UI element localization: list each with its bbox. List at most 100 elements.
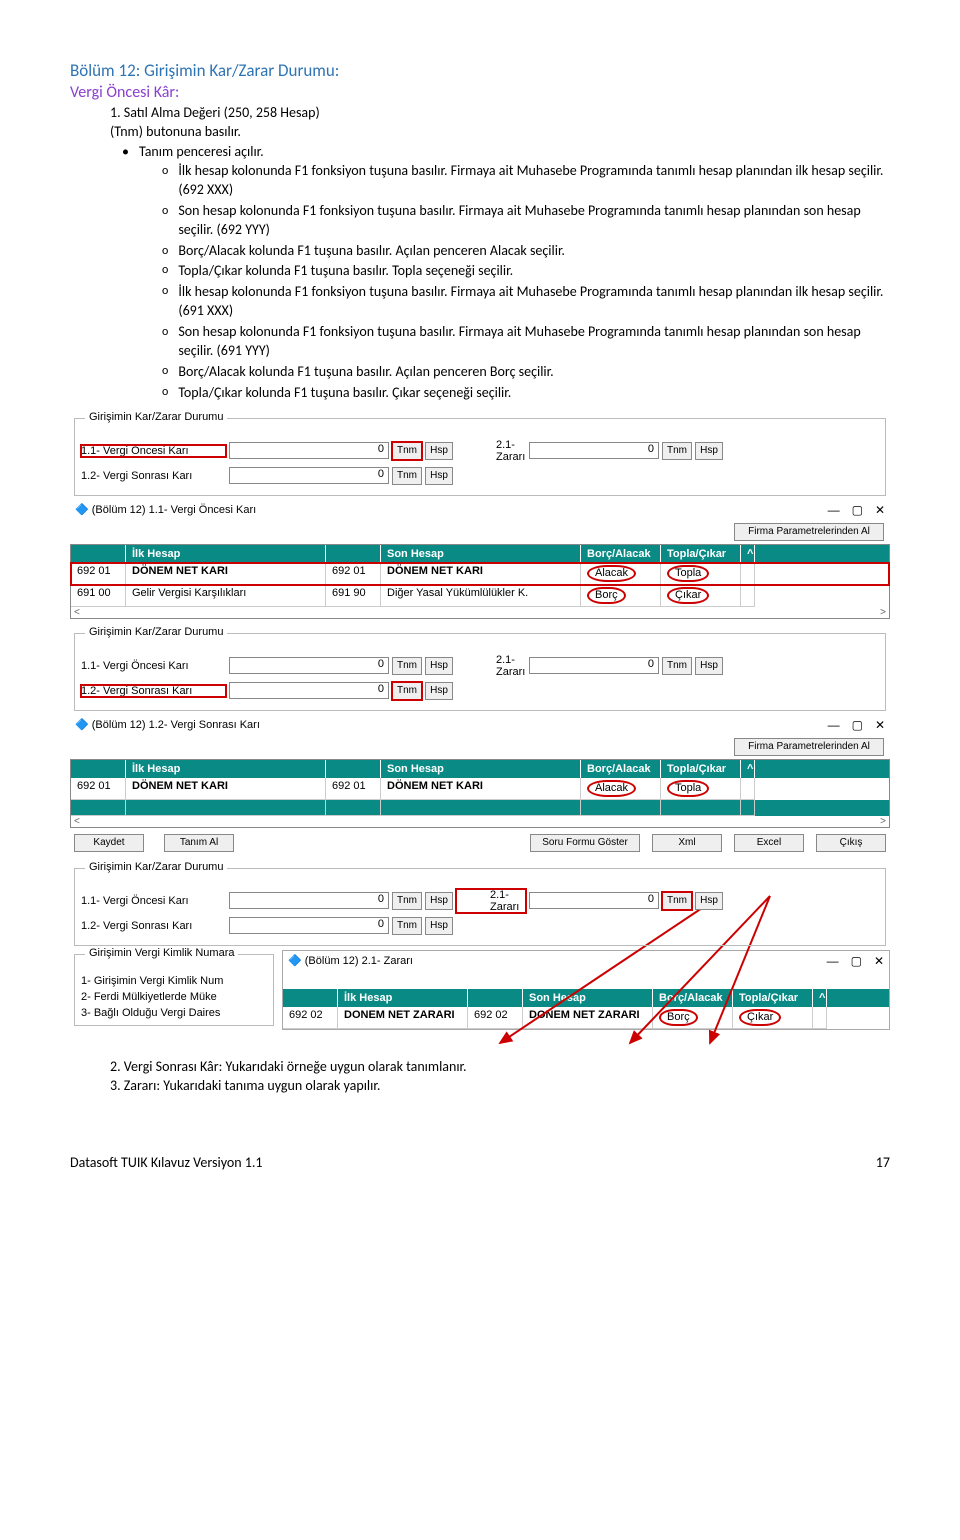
cikis-button[interactable]: Çıkış	[816, 834, 886, 852]
firma-param-button[interactable]: Firma Parametrelerinden Al	[734, 523, 884, 541]
label-zarari: 2.1- Zararı	[456, 889, 526, 913]
maximize-icon[interactable]: ▢	[851, 954, 862, 968]
screenshot-1: Girişimin Kar/Zarar Durumu 1.1- Vergi Ön…	[70, 418, 890, 619]
group-legend: Girişimin Kar/Zarar Durumu	[85, 861, 227, 873]
label-zarari: 2.1- Zararı	[456, 654, 526, 678]
alacak-cell: Alacak	[587, 780, 636, 797]
input-vergi-sonrasi[interactable]: 0	[229, 467, 389, 484]
g2-line1: 1- Girişimin Vergi Kimlik Num	[81, 973, 267, 989]
window-title: 🔷 (Bölüm 12) 2.1- Zararı	[288, 954, 413, 967]
label-vergi-sonrasi: 1.2- Vergi Sonrası Karı	[81, 470, 226, 482]
soru-formu-button[interactable]: Soru Formu Göster	[530, 834, 640, 852]
tnm-button[interactable]: Tnm	[392, 657, 422, 675]
minimize-icon[interactable]: —	[827, 954, 839, 968]
window-title: 🔷 (Bölüm 12) 1.1- Vergi Öncesi Karı	[75, 503, 256, 516]
grid-row-active[interactable]	[71, 800, 889, 816]
label-vergi-sonrasi: 1.2- Vergi Sonrası Karı	[81, 685, 226, 697]
hsp-button-2[interactable]: Hsp	[695, 442, 723, 460]
tnm-button-3[interactable]: Tnm	[392, 467, 422, 485]
grid-header: İlk Hesap Son Hesap Borç/AlacakTopla/Çık…	[283, 989, 889, 1007]
step-8: Topla/Çıkar kolunda F1 tuşuna basılır. Ç…	[178, 384, 511, 403]
footer-item-3: 3. Zararı: Yukarıdaki tanıma uygun olara…	[110, 1077, 890, 1094]
xml-button[interactable]: Xml	[652, 834, 722, 852]
step-6: Son hesap kolonunda F1 fonksiyon tuşuna …	[178, 323, 890, 361]
step-1: İlk hesap kolonunda F1 fonksiyon tuşuna …	[178, 162, 890, 200]
step-5: İlk hesap kolonunda F1 fonksiyon tuşuna …	[178, 283, 890, 321]
hsp-button[interactable]: Hsp	[425, 892, 453, 910]
grid-row-1[interactable]: 692 02DONEM NET ZARARI 692 02DONEM NET Z…	[283, 1007, 889, 1029]
topla-cell: Topla	[667, 565, 709, 582]
input-zarari[interactable]: 0	[529, 657, 659, 674]
label-zarari: 2.1- Zararı	[456, 439, 526, 463]
grid-row-1[interactable]: 692 01DÖNEM NET KARI 692 01DÖNEM NET KAR…	[71, 778, 889, 800]
topla-cell: Topla	[667, 780, 709, 797]
window-controls[interactable]: — ▢ ✕	[828, 718, 885, 732]
g2-line2: 2- Ferdi Mülkiyetlerde Müke	[81, 989, 267, 1005]
close-icon[interactable]: ✕	[875, 718, 885, 732]
label-vergi-oncesi: 1.1- Vergi Öncesi Karı	[81, 895, 226, 907]
text-tnm: (Tnm) butonuna basılır.	[110, 123, 890, 140]
label-vergi-sonrasi: 1.2- Vergi Sonrası Karı	[81, 920, 226, 932]
hsp-button[interactable]: Hsp	[425, 442, 453, 460]
tnm-button-3[interactable]: Tnm	[392, 682, 422, 700]
grid-row-1[interactable]: 692 01DÖNEM NET KARI 692 01DÖNEM NET KAR…	[71, 563, 889, 585]
excel-button[interactable]: Excel	[734, 834, 804, 852]
step-4: Topla/Çıkar kolunda F1 tuşuna basılır. T…	[178, 262, 513, 281]
g2-line3: 3- Bağlı Olduğu Vergi Daires	[81, 1005, 267, 1021]
window-controls[interactable]: — ▢ ✕	[827, 954, 884, 968]
hsp-button-3[interactable]: Hsp	[425, 682, 453, 700]
input-vergi-oncesi[interactable]: 0	[229, 892, 389, 909]
tnm-button-2[interactable]: Tnm	[662, 892, 692, 910]
close-icon[interactable]: ✕	[875, 503, 885, 517]
window-title: 🔷 (Bölüm 12) 1.2- Vergi Sonrası Karı	[75, 718, 260, 731]
input-vergi-sonrasi[interactable]: 0	[229, 682, 389, 699]
kaydet-button[interactable]: Kaydet	[74, 834, 144, 852]
grid-row-2[interactable]: 691 00Gelir Vergisi Karşılıkları 691 90D…	[71, 585, 889, 607]
maximize-icon[interactable]: ▢	[852, 503, 863, 517]
input-vergi-oncesi[interactable]: 0	[229, 442, 389, 459]
firma-param-button[interactable]: Firma Parametrelerinden Al	[734, 738, 884, 756]
doc-title-footer: Datasoft TUIK Kılavuz Versiyon 1.1	[70, 1154, 263, 1171]
tnm-button[interactable]: Tnm	[392, 442, 422, 460]
step-2: Son hesap kolonunda F1 fonksiyon tuşuna …	[178, 202, 890, 240]
minimize-icon[interactable]: —	[828, 718, 840, 732]
group-legend: Girişimin Kar/Zarar Durumu	[85, 626, 227, 638]
close-icon[interactable]: ✕	[874, 954, 884, 968]
tanim-al-button[interactable]: Tanım Al	[164, 834, 234, 852]
footer-item-2: 2. Vergi Sonrası Kâr: Yukarıdaki örneğe …	[110, 1058, 890, 1075]
hsp-button-3[interactable]: Hsp	[425, 467, 453, 485]
step-3: Borç/Alacak kolunda F1 tuşuna basılır. A…	[178, 242, 565, 261]
tnm-button-2[interactable]: Tnm	[662, 442, 692, 460]
minimize-icon[interactable]: —	[828, 503, 840, 517]
hsp-button-2[interactable]: Hsp	[695, 892, 723, 910]
bullet-tanim: Tanım penceresi açılır.	[139, 143, 264, 160]
group2-legend: Girişimin Vergi Kimlik Numara	[85, 947, 238, 959]
tnm-button-3[interactable]: Tnm	[392, 917, 422, 935]
borc-cell: Borç	[587, 587, 626, 604]
maximize-icon[interactable]: ▢	[852, 718, 863, 732]
section-heading: Bölüm 12: Girişimin Kar/Zarar Durumu:	[70, 60, 890, 81]
tnm-button-2[interactable]: Tnm	[662, 657, 692, 675]
grid-header: İlk Hesap Son Hesap Borç/AlacakTopla/Çık…	[71, 760, 889, 778]
label-vergi-oncesi: 1.1- Vergi Öncesi Karı	[81, 445, 226, 457]
subsection-heading: Vergi Öncesi Kâr:	[70, 83, 890, 102]
cikar-cell: Çıkar	[739, 1009, 781, 1026]
screenshot-2: Girişimin Kar/Zarar Durumu 1.1- Vergi Ön…	[70, 633, 890, 854]
screenshot-3: Girişimin Kar/Zarar Durumu 1.1- Vergi Ön…	[70, 868, 890, 1030]
page-number: 17	[876, 1154, 890, 1171]
list-item-1: 1. Satıl Alma Değeri (250, 258 Hesap)	[110, 104, 890, 121]
hsp-button-2[interactable]: Hsp	[695, 657, 723, 675]
tnm-button[interactable]: Tnm	[392, 892, 422, 910]
input-zarari[interactable]: 0	[529, 442, 659, 459]
hsp-button[interactable]: Hsp	[425, 657, 453, 675]
input-vergi-sonrasi[interactable]: 0	[229, 917, 389, 934]
input-zarari[interactable]: 0	[529, 892, 659, 909]
hsp-button-3[interactable]: Hsp	[425, 917, 453, 935]
window-controls[interactable]: — ▢ ✕	[828, 503, 885, 517]
label-vergi-oncesi: 1.1- Vergi Öncesi Karı	[81, 660, 226, 672]
grid-header: İlk Hesap Son Hesap Borç/AlacakTopla/Çık…	[71, 545, 889, 563]
alacak-cell: Alacak	[587, 565, 636, 582]
step-7: Borç/Alacak kolunda F1 tuşuna basılır. A…	[178, 363, 553, 382]
input-vergi-oncesi[interactable]: 0	[229, 657, 389, 674]
group-legend: Girişimin Kar/Zarar Durumu	[85, 411, 227, 423]
